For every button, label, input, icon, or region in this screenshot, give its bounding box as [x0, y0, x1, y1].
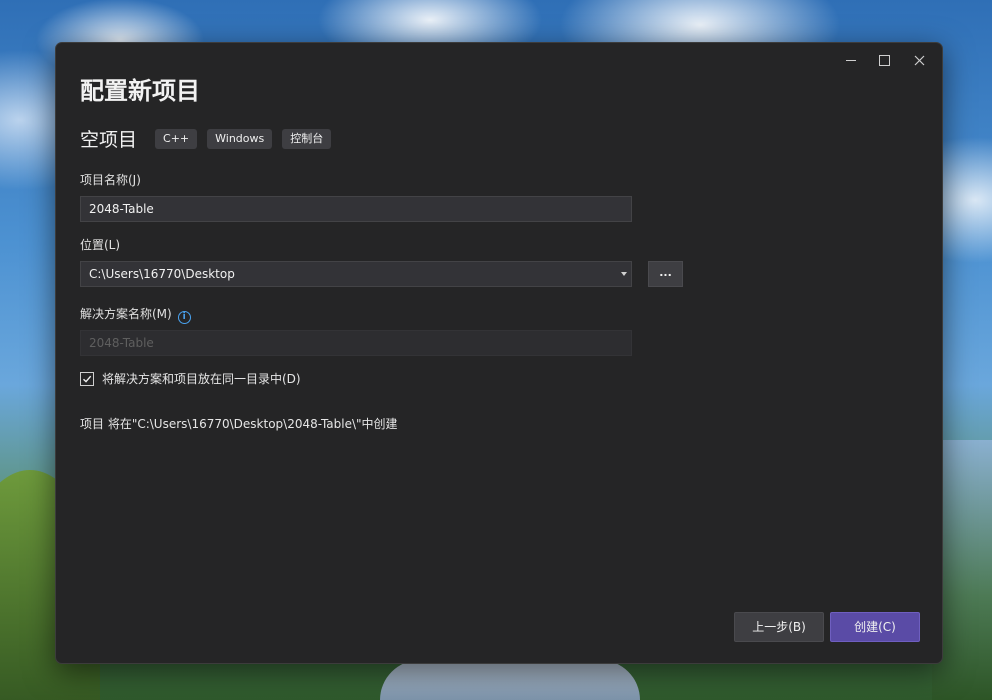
- same-directory-label: 将解决方案和项目放在同一目录中(D): [102, 372, 301, 386]
- project-name-value: 2048-Table: [89, 202, 154, 216]
- solution-name-value: 2048-Table: [89, 336, 154, 350]
- minimize-button[interactable]: [836, 48, 866, 72]
- create-button[interactable]: 创建(C): [830, 612, 920, 642]
- template-name: 空项目: [80, 129, 138, 151]
- minimize-icon: [846, 59, 856, 61]
- same-directory-option[interactable]: 将解决方案和项目放在同一目录中(D): [80, 370, 301, 387]
- tag-cpp: C++: [155, 128, 198, 149]
- location-value: C:\Users\16770\Desktop: [89, 267, 235, 281]
- template-header: 空项目 C++ Windows 控制台: [80, 125, 341, 152]
- configure-project-dialog: 配置新项目 空项目 C++ Windows 控制台 项目名称(J) 2048-T…: [55, 42, 943, 664]
- same-directory-checkbox[interactable]: [80, 371, 94, 386]
- tag-windows: Windows: [207, 128, 273, 149]
- chevron-down-icon[interactable]: [621, 272, 627, 276]
- project-name-label: 项目名称(J): [80, 173, 141, 187]
- tag-console: 控制台: [282, 128, 332, 149]
- maximize-icon: [878, 54, 890, 66]
- checkmark-icon: [83, 375, 92, 383]
- solution-name-label-row: 解决方案名称(M) i: [80, 305, 191, 324]
- location-label: 位置(L): [80, 238, 121, 252]
- close-button[interactable]: [904, 48, 934, 72]
- info-icon[interactable]: i: [177, 311, 191, 324]
- maximize-button[interactable]: [869, 48, 899, 72]
- solution-name-label: 解决方案名称(M): [80, 307, 172, 321]
- back-button[interactable]: 上一步(B): [734, 612, 824, 642]
- solution-name-input: 2048-Table: [80, 330, 632, 356]
- wallpaper-cloud-bottom: [380, 660, 640, 700]
- location-combobox[interactable]: C:\Users\16770\Desktop: [80, 261, 632, 287]
- page-title: 配置新项目: [80, 77, 200, 105]
- creation-path-summary: 项目 将在"C:\Users\16770\Desktop\2048-Table\…: [80, 417, 398, 431]
- project-name-input[interactable]: 2048-Table: [80, 196, 632, 222]
- browse-button[interactable]: ...: [648, 261, 683, 287]
- close-icon: [914, 55, 924, 65]
